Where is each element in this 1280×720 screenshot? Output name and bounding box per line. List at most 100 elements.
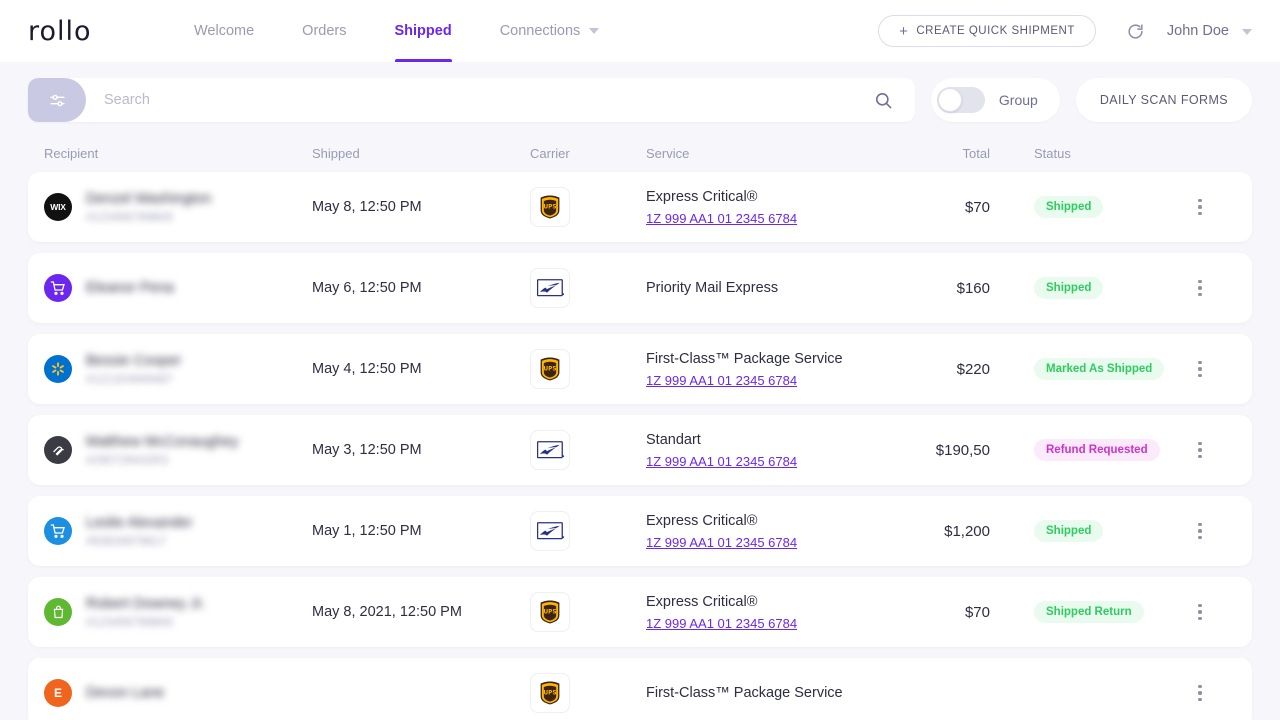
shipments-table: Recipient Shipped Carrier Service Total … bbox=[0, 134, 1280, 720]
column-header-status: Status bbox=[1034, 145, 1071, 161]
table-header-row: Recipient Shipped Carrier Service Total … bbox=[28, 134, 1252, 172]
search-icon[interactable] bbox=[852, 91, 915, 110]
tracking-number-link[interactable]: 1Z 999 AA1 01 2345 6784 bbox=[646, 211, 916, 226]
recipient-info: Devon Lane bbox=[86, 685, 164, 701]
table-row[interactable]: E Devon Lane UPS First-Class™ Package Servi… bbox=[28, 658, 1252, 720]
more-vertical-icon[interactable] bbox=[1180, 603, 1220, 621]
service-name: Express Critical® bbox=[646, 593, 758, 610]
cell-carrier: UPS bbox=[530, 349, 646, 389]
recipient-name: Denzel Washington bbox=[86, 190, 212, 207]
column-header-carrier: Carrier bbox=[530, 145, 570, 161]
woocommerce-cart-icon bbox=[44, 274, 72, 302]
svg-text:UPS: UPS bbox=[544, 610, 557, 616]
cell-status: Shipped bbox=[990, 196, 1180, 218]
recipient-info: Eleanor Pena bbox=[86, 280, 174, 296]
create-quick-shipment-button[interactable]: + CREATE QUICK SHIPMENT bbox=[878, 15, 1096, 47]
user-name-label: John Doe bbox=[1166, 23, 1229, 39]
cell-service: Express Critical® 1Z 999 AA1 01 2345 6784 bbox=[646, 189, 916, 226]
daily-scan-forms-button[interactable]: DAILY SCAN FORMS bbox=[1075, 78, 1252, 122]
status-badge: Refund Requested bbox=[1034, 439, 1160, 461]
app-logo[interactable]: rollo bbox=[28, 16, 170, 47]
more-vertical-icon[interactable] bbox=[1180, 441, 1220, 459]
cell-carrier bbox=[530, 268, 646, 308]
recipient-name: Eleanor Pena bbox=[86, 280, 174, 296]
table-row[interactable]: Matthew McConaughey #295729432R3 May 3, 12… bbox=[28, 415, 1252, 485]
nav-item-orders[interactable]: Orders bbox=[278, 0, 370, 62]
more-vertical-icon[interactable] bbox=[1180, 522, 1220, 540]
cell-shipped-date: May 8, 2021, 12:50 PM bbox=[312, 604, 462, 620]
plus-icon: + bbox=[899, 22, 909, 40]
cell-recipient: Matthew McConaughey #295729432R3 bbox=[44, 434, 312, 467]
cell-actions bbox=[1180, 279, 1220, 297]
table-row[interactable]: Bessie Cooper #121324949487 May 4, 12:50 P… bbox=[28, 334, 1252, 404]
table-row[interactable]: WIX Denzel Washington #123456789800 May 8, … bbox=[28, 172, 1252, 242]
table-row[interactable]: Leslie Alexander #93834979817 May 1, 12:50… bbox=[28, 496, 1252, 566]
cell-service: Express Critical® 1Z 999 AA1 01 2345 6784 bbox=[646, 594, 916, 631]
cell-service: Express Critical® 1Z 999 AA1 01 2345 6784 bbox=[646, 513, 916, 550]
recipient-id: #123456789800 bbox=[86, 614, 173, 629]
carrier-logo-ups: UPS bbox=[530, 187, 570, 227]
service-name: Express Critical® bbox=[646, 188, 758, 205]
table-row[interactable]: Robert Downey Jr. #123456789800 May 8, 202… bbox=[28, 577, 1252, 647]
group-toggle-container: Group bbox=[930, 78, 1060, 122]
shopify-icon bbox=[44, 598, 72, 626]
cell-status: Shipped Return bbox=[990, 601, 1180, 623]
cell-shipped-date: May 3, 12:50 PM bbox=[312, 442, 422, 458]
cell-status: Shipped bbox=[990, 520, 1180, 542]
recipient-id: #123456789800 bbox=[86, 209, 173, 224]
recipient-name: Matthew McConaughey bbox=[86, 433, 239, 450]
tracking-number-link[interactable]: 1Z 999 AA1 01 2345 6784 bbox=[646, 373, 916, 388]
search-input[interactable] bbox=[86, 92, 852, 108]
recipient-info: Bessie Cooper #121324949487 bbox=[86, 353, 181, 386]
nav-item-connections-label: Connections bbox=[499, 23, 581, 39]
column-header-service: Service bbox=[646, 145, 690, 161]
tracking-number-link[interactable]: 1Z 999 AA1 01 2345 6784 bbox=[646, 535, 916, 550]
cell-carrier bbox=[530, 511, 646, 551]
table-row[interactable]: Eleanor Pena May 6, 12:50 PM Priority Mail… bbox=[28, 253, 1252, 323]
recipient-name: Robert Downey Jr. bbox=[86, 595, 206, 612]
cell-shipped-date: May 1, 12:50 PM bbox=[312, 523, 422, 539]
cell-total: $220 bbox=[956, 360, 990, 378]
cell-carrier: UPS bbox=[530, 673, 646, 713]
more-vertical-icon[interactable] bbox=[1180, 279, 1220, 297]
cell-actions bbox=[1180, 603, 1220, 621]
main-nav: Welcome Orders Shipped Connections bbox=[170, 0, 623, 62]
column-header-shipped: Shipped bbox=[312, 145, 360, 161]
status-badge: Shipped bbox=[1034, 277, 1104, 299]
user-menu[interactable]: John Doe bbox=[1167, 23, 1252, 39]
more-vertical-icon[interactable] bbox=[1180, 684, 1220, 702]
group-toggle[interactable] bbox=[936, 87, 985, 113]
cell-total: $70 bbox=[964, 603, 990, 621]
recipient-info: Leslie Alexander #93834979817 bbox=[86, 515, 192, 548]
carrier-logo-ups: UPS bbox=[530, 673, 570, 713]
chevron-down-icon bbox=[589, 28, 600, 34]
more-vertical-icon[interactable] bbox=[1180, 360, 1220, 378]
service-name: First-Class™ Package Service bbox=[646, 350, 843, 367]
etsy-icon: E bbox=[44, 679, 72, 707]
chevron-down-icon bbox=[1242, 29, 1252, 35]
cell-status: Shipped bbox=[990, 277, 1180, 299]
nav-item-shipped[interactable]: Shipped bbox=[371, 0, 476, 62]
tracking-number-link[interactable]: 1Z 999 AA1 01 2345 6784 bbox=[646, 616, 916, 631]
svg-text:UPS: UPS bbox=[544, 205, 557, 211]
recipient-name: Leslie Alexander bbox=[86, 514, 193, 531]
nav-item-connections[interactable]: Connections bbox=[476, 0, 624, 62]
recipient-info: Denzel Washington #123456789800 bbox=[86, 191, 211, 224]
toggle-knob bbox=[937, 88, 962, 112]
service-name: Express Critical® bbox=[646, 512, 758, 529]
cell-actions bbox=[1180, 198, 1220, 216]
cell-carrier: UPS bbox=[530, 187, 646, 227]
refresh-icon[interactable] bbox=[1126, 22, 1145, 41]
nav-item-welcome[interactable]: Welcome bbox=[170, 0, 278, 62]
cell-recipient: E Devon Lane bbox=[44, 679, 312, 707]
cell-shipped-date: May 6, 12:50 PM bbox=[312, 280, 422, 296]
cell-actions bbox=[1180, 360, 1220, 378]
status-badge: Marked As Shipped bbox=[1034, 358, 1165, 380]
cell-status: Refund Requested bbox=[990, 439, 1180, 461]
tracking-number-link[interactable]: 1Z 999 AA1 01 2345 6784 bbox=[646, 454, 916, 469]
cell-shipped-date: May 8, 12:50 PM bbox=[312, 199, 422, 215]
filter-button[interactable] bbox=[28, 78, 86, 122]
svg-text:UPS: UPS bbox=[544, 691, 557, 697]
cell-carrier bbox=[530, 430, 646, 470]
more-vertical-icon[interactable] bbox=[1180, 198, 1220, 216]
